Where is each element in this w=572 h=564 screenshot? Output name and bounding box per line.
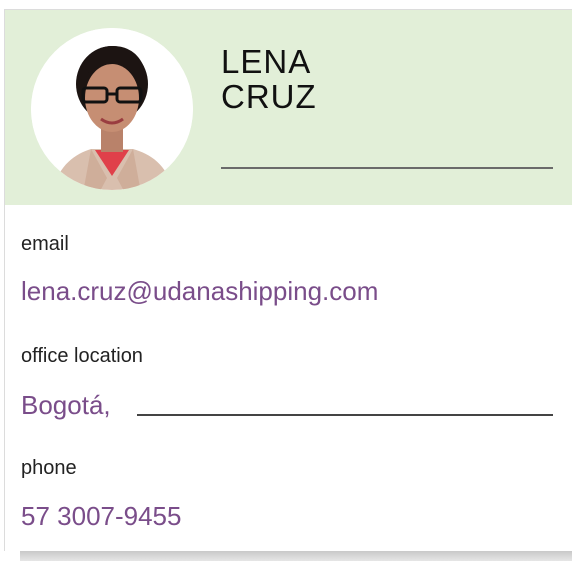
card-shadow <box>20 551 572 561</box>
office-location-label: office location <box>21 345 143 367</box>
phone-value[interactable]: 57 3007-9455 <box>21 501 181 531</box>
name-underline <box>221 167 553 169</box>
contact-card: LENA CRUZ email lena.cruz@udanashipping.… <box>4 9 572 551</box>
contact-name: LENA CRUZ <box>221 43 317 115</box>
phone-label: phone <box>21 457 77 479</box>
avatar <box>31 28 193 190</box>
card-header: LENA CRUZ <box>5 10 572 205</box>
email-value[interactable]: lena.cruz@udanashipping.com <box>21 276 378 306</box>
office-location-blank <box>137 414 553 416</box>
email-label: email <box>21 233 69 255</box>
person-photo-icon <box>31 28 193 190</box>
office-location-value: Bogotá, <box>21 390 111 420</box>
